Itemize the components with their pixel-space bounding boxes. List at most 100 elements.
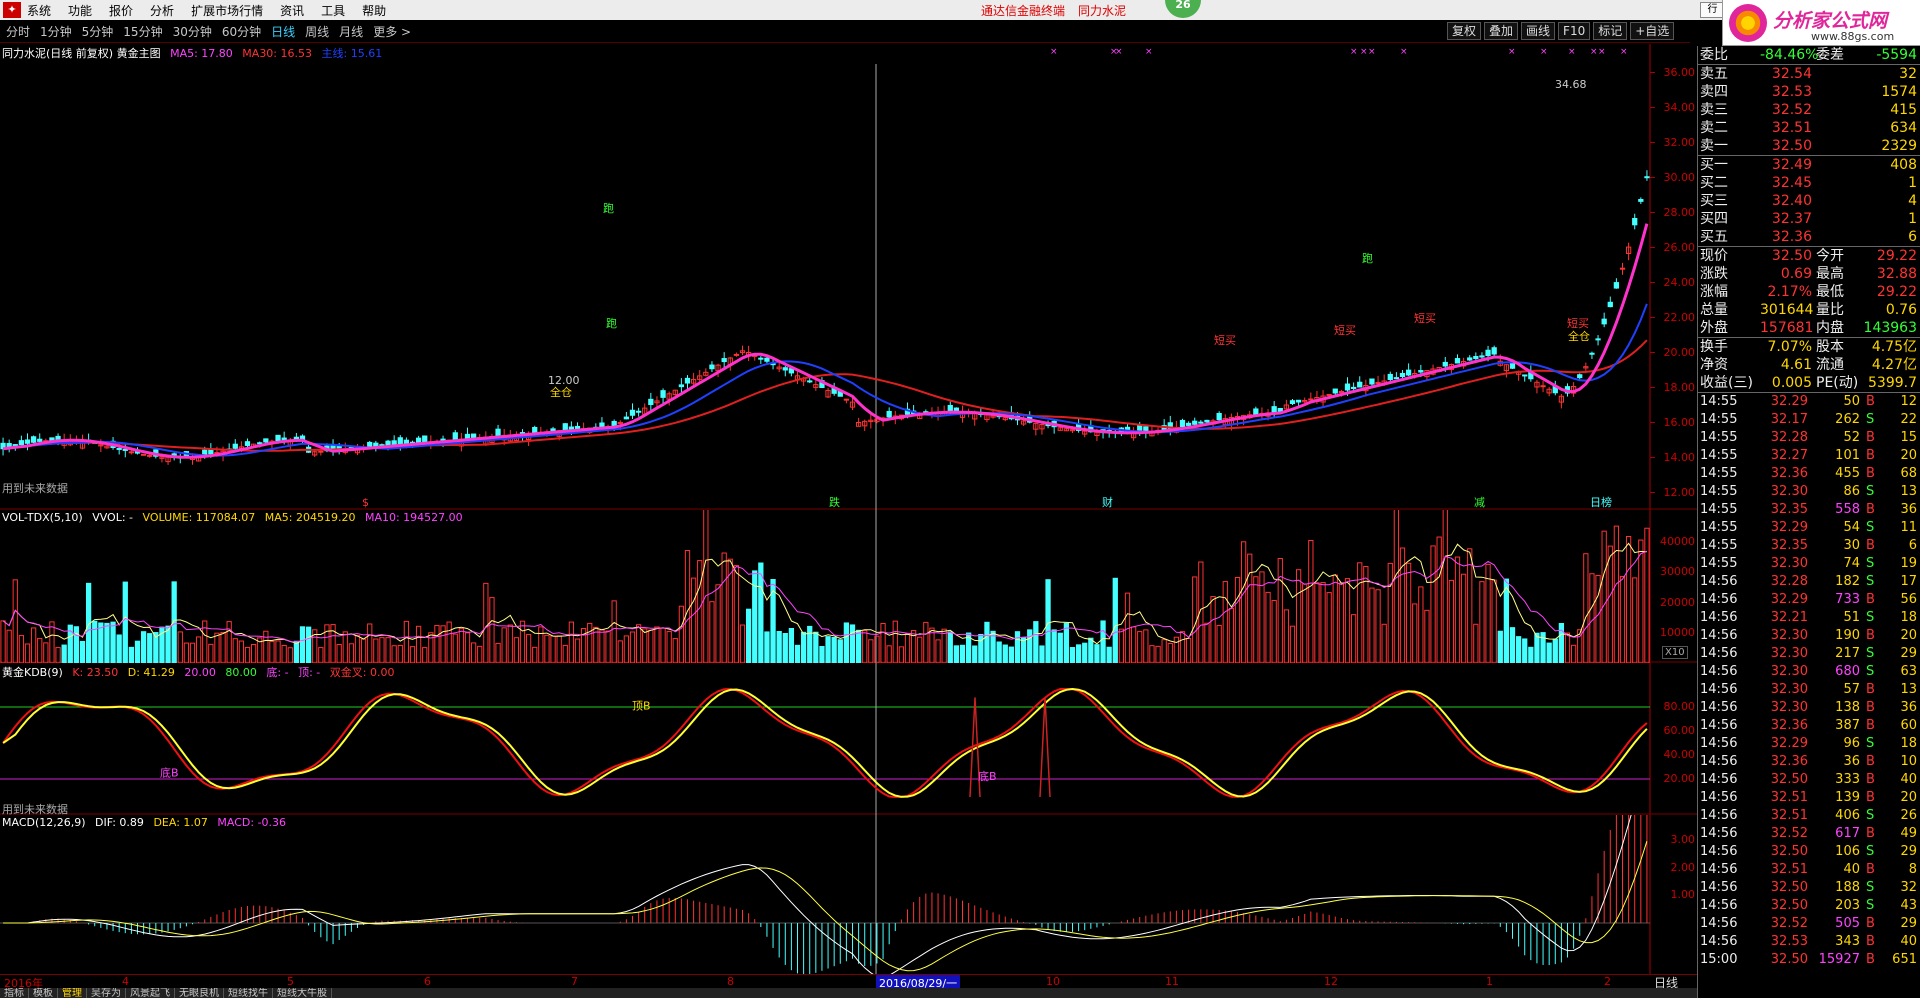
tab-manage[interactable]: 管理 bbox=[58, 988, 87, 998]
candle-body bbox=[1332, 388, 1338, 394]
candle-body bbox=[1595, 338, 1601, 341]
flower-logo-icon bbox=[1729, 4, 1767, 42]
bid-label: 买三 bbox=[1700, 193, 1728, 209]
volume-bar bbox=[470, 642, 477, 663]
macd-chart[interactable]: MACD(12,26,9) DIF: 0.89 DEA: 1.07 MACD: … bbox=[0, 815, 1697, 974]
bid-row[interactable]: 买一 32.49 408 bbox=[1698, 156, 1920, 174]
period-tab-weekly[interactable]: 周线 bbox=[305, 23, 329, 40]
tab-template[interactable]: 模板 bbox=[29, 988, 58, 998]
volume-bar bbox=[544, 634, 550, 663]
tab-indicator[interactable]: 指标 bbox=[0, 988, 29, 998]
candle-body bbox=[422, 435, 428, 443]
f10-button[interactable]: F10 bbox=[1558, 22, 1591, 40]
promo-terminal-link[interactable]: 通达信金融终端 bbox=[981, 2, 1065, 19]
ask-row[interactable]: 卖四 32.53 1574 bbox=[1698, 83, 1920, 101]
menu-system[interactable]: 系统 bbox=[27, 2, 51, 19]
vol-ma5-value: MA5: 204519.20 bbox=[264, 511, 356, 524]
volume-bar bbox=[458, 627, 465, 663]
menu-news[interactable]: 资讯 bbox=[280, 2, 304, 19]
notification-badge[interactable]: 26 bbox=[1165, 0, 1201, 18]
x-label: 2 bbox=[1604, 975, 1611, 988]
ask-label: 卖三 bbox=[1700, 102, 1728, 118]
tick-count: 6 bbox=[1908, 538, 1917, 553]
kdb-label: 底B bbox=[160, 766, 179, 780]
volume-bar bbox=[250, 643, 257, 663]
tab-takeoff[interactable]: 风景起飞 bbox=[126, 988, 175, 998]
tick-count: 15 bbox=[1900, 430, 1917, 445]
volume-bar bbox=[342, 631, 348, 663]
volume-bar bbox=[703, 510, 709, 663]
period-tab-1min[interactable]: 1分钟 bbox=[40, 23, 72, 40]
volume-bar bbox=[831, 637, 837, 663]
candle-body bbox=[721, 358, 727, 363]
menu-extended-market[interactable]: 扩展市场行情 bbox=[191, 2, 263, 19]
tick-side: B bbox=[1866, 430, 1875, 445]
bid-row[interactable]: 买四 32.37 1 bbox=[1698, 210, 1920, 228]
period-tab-timeshare[interactable]: 分时 bbox=[6, 23, 30, 40]
candle-body bbox=[1289, 400, 1296, 405]
quote-label-2: 今开 bbox=[1816, 248, 1844, 264]
menu-help[interactable]: 帮助 bbox=[362, 2, 386, 19]
tab-big-bull[interactable]: 短线大牛股 bbox=[273, 988, 332, 998]
tick-side: S bbox=[1866, 556, 1875, 571]
main-kline-chart[interactable]: 跑跑跑全仓 短买 短买 短买 短买 全仓 34.68 12.00 $ 跌财减日榜 × × × × × × × × ×… bbox=[0, 44, 1697, 510]
overlay-button[interactable]: 叠加 bbox=[1484, 22, 1519, 40]
candle-body bbox=[1473, 355, 1479, 360]
price-tick: 34.00 bbox=[1663, 100, 1696, 114]
volume-bar bbox=[1075, 644, 1082, 663]
volume-bar bbox=[923, 621, 929, 663]
tab-short-bull[interactable]: 短线找牛 bbox=[224, 988, 273, 998]
bid-qty: 4 bbox=[1908, 193, 1917, 209]
period-tab-daily[interactable]: 日线 bbox=[271, 23, 295, 40]
bottom-marker: 减 bbox=[1474, 496, 1485, 509]
bid-row[interactable]: 买三 32.40 4 bbox=[1698, 192, 1920, 210]
volume-chart[interactable]: VOL-TDX(5,10) VVOL: - VOLUME: 117084.07 … bbox=[0, 510, 1697, 663]
draw-line-button[interactable]: 画线 bbox=[1521, 22, 1556, 40]
menu-tools[interactable]: 工具 bbox=[321, 2, 345, 19]
price-tick: 30.00 bbox=[1663, 170, 1696, 184]
ask-qty: 1574 bbox=[1881, 84, 1917, 100]
candle-body bbox=[532, 426, 538, 434]
tick-side: B bbox=[1866, 862, 1875, 877]
bid-row[interactable]: 买五 32.36 6 bbox=[1698, 228, 1920, 246]
ask-row[interactable]: 卖三 32.52 415 bbox=[1698, 101, 1920, 119]
tab-save-as[interactable]: 吴存为 bbox=[87, 988, 126, 998]
add-watchlist-button[interactable]: +自选 bbox=[1630, 22, 1675, 40]
volume-bar bbox=[880, 623, 886, 663]
tick-time: 14:56 bbox=[1700, 790, 1738, 805]
quote-label: 外盘 bbox=[1700, 320, 1728, 336]
candle-body bbox=[648, 398, 654, 406]
price-tick: 22.00 bbox=[1663, 310, 1696, 324]
volume-bar bbox=[745, 608, 752, 663]
ask-row[interactable]: 卖五 32.54 32 bbox=[1698, 65, 1920, 83]
volume-bar bbox=[996, 641, 1002, 663]
period-tab-30min[interactable]: 30分钟 bbox=[173, 23, 212, 40]
kdb-chart[interactable]: 顶B 底B 底B 黄金KDB(9) K: 23.50 D: 41.29 20.00 … bbox=[0, 663, 1697, 816]
tick-volume: 505 bbox=[1835, 916, 1860, 931]
menu-function[interactable]: 功能 bbox=[68, 2, 92, 19]
period-tab-more[interactable]: 更多 > bbox=[373, 23, 411, 40]
ask-row[interactable]: 卖一 32.50 2329 bbox=[1698, 137, 1920, 155]
period-tab-5min[interactable]: 5分钟 bbox=[82, 23, 114, 40]
candle-body bbox=[1185, 422, 1192, 426]
volume-bar bbox=[18, 635, 25, 663]
app-logo-icon[interactable]: ✦ bbox=[3, 2, 21, 18]
volume-bar bbox=[12, 579, 18, 663]
candle-body bbox=[1632, 217, 1638, 226]
volume-bar bbox=[1430, 545, 1436, 663]
bid-row[interactable]: 买二 32.45 1 bbox=[1698, 174, 1920, 192]
menu-quote[interactable]: 报价 bbox=[109, 2, 133, 19]
volume-bar bbox=[892, 620, 898, 663]
tick-count: 40 bbox=[1900, 772, 1917, 787]
period-tab-monthly[interactable]: 月线 bbox=[339, 23, 363, 40]
ask-row[interactable]: 卖二 32.51 634 bbox=[1698, 119, 1920, 137]
promo-stock-link[interactable]: 同力水泥 bbox=[1078, 2, 1126, 19]
period-tab-15min[interactable]: 15分钟 bbox=[123, 23, 162, 40]
menu-analysis[interactable]: 分析 bbox=[150, 2, 174, 19]
mainline-value: 主线: 15.61 bbox=[321, 47, 383, 60]
mark-button[interactable]: 标记 bbox=[1593, 22, 1628, 40]
tick-side: S bbox=[1866, 844, 1875, 859]
tab-opportunity[interactable]: 无眼良机 bbox=[175, 988, 224, 998]
adjust-button[interactable]: 复权 bbox=[1447, 22, 1482, 40]
period-tab-60min[interactable]: 60分钟 bbox=[222, 23, 261, 40]
